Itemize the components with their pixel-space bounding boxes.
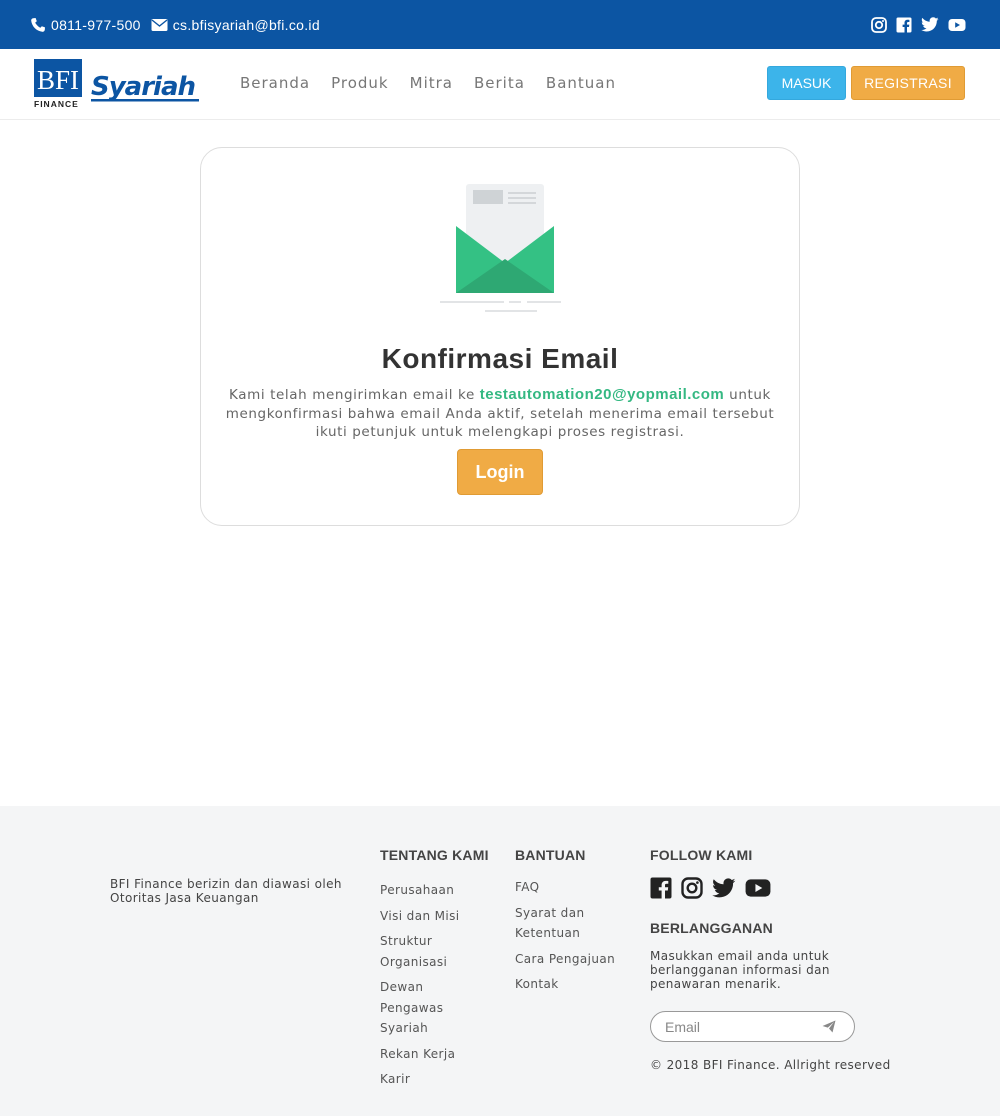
footer-subscribe-description: Masukkan email anda untuk berlangganan i… [650,949,830,991]
copyright-text: © 2018 BFI Finance. Allright reserved [650,1058,891,1072]
nav-produk[interactable]: Produk [331,74,389,92]
nav-beranda[interactable]: Beranda [240,74,310,92]
phone-contact[interactable]: 0811-977-500 [30,17,141,33]
top-bar: 0811-977-500 cs.bfisyariah@bfi.co.id [0,0,1000,49]
subscribe-form [650,1011,855,1042]
login-button[interactable]: Login [457,449,543,495]
contact-info: 0811-977-500 cs.bfisyariah@bfi.co.id [30,0,330,49]
footer-link-karir[interactable]: Karir [380,1069,490,1090]
twitter-icon[interactable] [921,17,939,32]
svg-text:FINANCE: FINANCE [34,99,79,109]
phone-icon [31,17,45,32]
confirmation-title: Konfirmasi Email [381,343,619,374]
footer-subscribe-title: BERLANGGANAN [650,920,773,936]
email-address: cs.bfisyariah@bfi.co.id [172,16,320,33]
envelope-icon [151,18,168,31]
top-social-links [862,0,966,49]
open-envelope-icon [440,184,561,312]
footer-link-syarat[interactable]: Syarat dan Ketentuan [515,903,625,944]
footer-bantuan-title: BANTUAN [515,847,586,863]
footer-bantuan: BANTUAN FAQ Syarat dan Ketentuan Cara Pe… [515,848,625,1000]
footer-link-cara[interactable]: Cara Pengajuan [515,949,625,970]
footer-follow-title: FOLLOW KAMI [650,847,753,863]
footer-link-perusahaan[interactable]: Perusahaan [380,880,490,901]
footer-tentang-title: TENTANG KAMI [380,847,489,863]
footer-link-dewan[interactable]: Dewan Pengawas Syariah [380,977,490,1039]
footer-about: BFI Finance berizin dan diawasi oleh Oto… [110,877,342,905]
svg-text:Syariah: Syariah [91,72,195,102]
footer-link-struktur[interactable]: Struktur Organisasi [380,931,490,972]
instagram-icon[interactable] [871,16,887,33]
nav-mitra[interactable]: Mitra [410,74,453,92]
footer-link-kontak[interactable]: Kontak [515,974,625,995]
email-confirmation-card: Konfirmasi Email Kami telah mengirimkan … [200,147,800,526]
navbar: BFI FINANCE Syariah Beranda Produk Mitra… [0,49,1000,120]
nav-berita[interactable]: Berita [474,74,525,92]
message-before: Kami telah mengirimkan email ke [229,387,480,403]
facebook-icon[interactable] [896,17,912,33]
bfi-syariah-logo[interactable]: BFI FINANCE Syariah [33,59,203,109]
youtube-icon[interactable] [745,877,771,899]
confirmation-email: testautomation20@yopmail.com [479,386,725,403]
footer-tentang-kami: TENTANG KAMI Perusahaan Visi dan Misi St… [380,848,490,1095]
send-icon[interactable] [822,1020,836,1038]
subscribe-email-input[interactable] [665,1018,815,1036]
phone-number: 0811-977-500 [51,16,141,33]
youtube-icon[interactable] [948,18,966,32]
svg-text:BFI: BFI [37,65,79,95]
registrasi-button[interactable]: REGISTRASI [851,66,965,100]
footer-link-faq[interactable]: FAQ [515,877,625,898]
instagram-icon[interactable] [681,877,703,899]
email-contact[interactable]: cs.bfisyariah@bfi.co.id [151,17,320,33]
main-nav: Beranda Produk Mitra Berita Bantuan [240,49,637,117]
facebook-icon[interactable] [650,877,672,899]
footer-link-visi-misi[interactable]: Visi dan Misi [380,906,490,927]
footer-social-links [650,877,910,899]
footer-follow: FOLLOW KAMI BERLANGGANAN Masukkan email … [650,848,910,1072]
twitter-icon[interactable] [712,877,736,899]
masuk-button[interactable]: MASUK [767,66,846,100]
footer-link-rekan[interactable]: Rekan Kerja [380,1044,490,1065]
nav-bantuan[interactable]: Bantuan [546,74,616,92]
confirmation-message: Kami telah mengirimkan email ke testauto… [223,386,777,442]
footer: BFI Finance berizin dan diawasi oleh Oto… [0,806,1000,1116]
